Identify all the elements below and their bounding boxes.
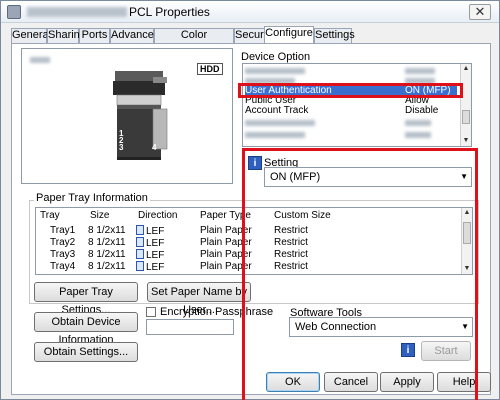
tab-advanced[interactable]: Advanced — [110, 28, 160, 43]
blurred-option-name — [245, 132, 305, 138]
scroll-thumb[interactable] — [462, 110, 470, 124]
scroll-thumb[interactable] — [463, 222, 471, 244]
scroll-down-icon[interactable]: ▼ — [461, 136, 471, 146]
paper-orientation-icon — [136, 237, 144, 247]
paper-tray-scrollbar[interactable]: ▲ ▼ — [461, 208, 472, 274]
help-button[interactable]: Help — [437, 372, 491, 392]
cell-paper-type: Plain Paper — [200, 249, 252, 260]
apply-button[interactable]: Apply — [380, 372, 434, 392]
cell-custom-size: Restrict — [274, 237, 308, 248]
blurred-model-label — [30, 57, 50, 63]
tab-sharing[interactable]: Sharing — [47, 28, 86, 43]
printer-illustration — [113, 71, 168, 160]
option-value: Disable — [405, 105, 439, 116]
column-header-size[interactable]: Size — [90, 210, 109, 223]
setting-select[interactable]: ON (MFP) ▼ — [264, 167, 472, 187]
title-bar: PCL Properties ✕ — [1, 1, 499, 23]
tab-color-management[interactable]: Color Management — [154, 28, 234, 54]
encryption-passphrase-label: Encryption Passphrase — [160, 306, 274, 318]
device-option-list[interactable]: User Authentication ON (MFP) Public User… — [242, 63, 472, 147]
cell-direction: LEF — [146, 226, 165, 237]
column-header-tray[interactable]: Tray — [40, 210, 60, 223]
blurred-option-name — [245, 78, 295, 84]
cell-paper-type: Plain Paper — [200, 237, 252, 248]
paper-orientation-icon — [136, 261, 144, 271]
scroll-up-icon[interactable]: ▲ — [462, 208, 472, 218]
paper-tray-label: Paper Tray Information — [34, 192, 150, 204]
tab-security[interactable]: Security — [234, 28, 275, 43]
cell-size: 8 1/2x11 — [88, 249, 126, 260]
device-option-row[interactable] — [245, 118, 457, 128]
cell-direction: LEF — [146, 238, 165, 249]
cell-tray: Tray3 — [50, 249, 76, 260]
close-button[interactable]: ✕ — [469, 4, 491, 20]
device-option-row[interactable] — [245, 66, 457, 76]
tray-number-3: 3 — [119, 143, 124, 152]
column-header-custom-size[interactable]: Custom Size — [274, 210, 331, 223]
paper-tray-settings-button[interactable]: Paper Tray Settings... — [34, 282, 138, 316]
paper-tray-table: Tray Size Direction Paper Type Custom Si… — [35, 207, 473, 275]
device-option-row-account-track[interactable]: Account Track Disable — [245, 106, 457, 116]
software-tools-value: Web Connection — [295, 321, 377, 333]
cell-custom-size: Restrict — [274, 225, 308, 236]
cell-tray: Tray2 — [50, 237, 76, 248]
cell-direction: LEF — [146, 262, 165, 273]
column-header-direction[interactable]: Direction — [138, 210, 177, 223]
tab-configure[interactable]: Configure — [264, 26, 314, 44]
device-option-scrollbar[interactable]: ▲ ▼ — [460, 64, 471, 146]
scroll-up-icon[interactable]: ▲ — [461, 64, 471, 74]
start-button[interactable]: Start — [421, 341, 471, 361]
cell-paper-type: Plain Paper — [200, 225, 252, 236]
printer-app-icon — [7, 5, 21, 19]
cell-custom-size: Restrict — [274, 249, 308, 260]
paper-orientation-icon — [136, 225, 144, 235]
blurred-printer-name — [27, 7, 127, 17]
tab-settings[interactable]: Settings — [314, 28, 355, 43]
blurred-option-value — [405, 78, 435, 84]
obtain-settings-button[interactable]: Obtain Settings... — [34, 342, 138, 362]
obtain-device-information-button[interactable]: Obtain Device Information — [34, 312, 138, 346]
blurred-option-name — [245, 68, 305, 74]
device-option-label: Device Option — [241, 51, 311, 63]
column-header-paper-type[interactable]: Paper Type — [200, 210, 251, 223]
cell-custom-size: Restrict — [274, 261, 308, 272]
info-icon[interactable]: i — [248, 156, 262, 170]
cell-direction: LEF — [146, 250, 165, 261]
cell-size: 8 1/2x11 — [88, 261, 126, 272]
chevron-down-icon[interactable]: ▼ — [461, 318, 469, 336]
tab-general[interactable]: General — [11, 28, 51, 43]
cell-size: 8 1/2x11 — [88, 237, 126, 248]
setting-value: ON (MFP) — [270, 171, 321, 183]
cell-paper-type: Plain Paper — [200, 261, 252, 272]
encryption-passphrase-input[interactable] — [146, 319, 234, 335]
window-title: PCL Properties — [129, 5, 210, 19]
blurred-option-value — [405, 68, 435, 74]
close-icon[interactable]: ✕ — [475, 4, 486, 19]
chevron-down-icon[interactable]: ▼ — [460, 168, 468, 186]
device-option-row[interactable] — [245, 130, 457, 140]
hdd-badge: HDD — [197, 63, 223, 75]
paper-orientation-icon — [136, 249, 144, 259]
blurred-option-value — [405, 120, 431, 126]
ok-button[interactable]: OK — [266, 372, 320, 392]
properties-window: PCL Properties ✕ General Sharing Ports A… — [0, 0, 500, 400]
blurred-option-name — [245, 120, 315, 126]
info-icon[interactable]: i — [401, 343, 415, 357]
cancel-button[interactable]: Cancel — [324, 372, 378, 392]
tab-ports[interactable]: Ports — [79, 28, 110, 43]
cell-tray: Tray1 — [50, 225, 76, 236]
encryption-passphrase-checkbox[interactable] — [146, 307, 156, 317]
set-paper-name-button[interactable]: Set Paper Name by User... — [147, 282, 251, 316]
cell-tray: Tray4 — [50, 261, 76, 272]
blurred-option-value — [405, 132, 431, 138]
software-tools-select[interactable]: Web Connection ▼ — [289, 317, 473, 337]
scroll-down-icon[interactable]: ▼ — [462, 264, 472, 274]
tray-number-4: 4 — [152, 143, 157, 152]
cell-size: 8 1/2x11 — [88, 225, 126, 236]
option-name: Account Track — [245, 105, 309, 116]
